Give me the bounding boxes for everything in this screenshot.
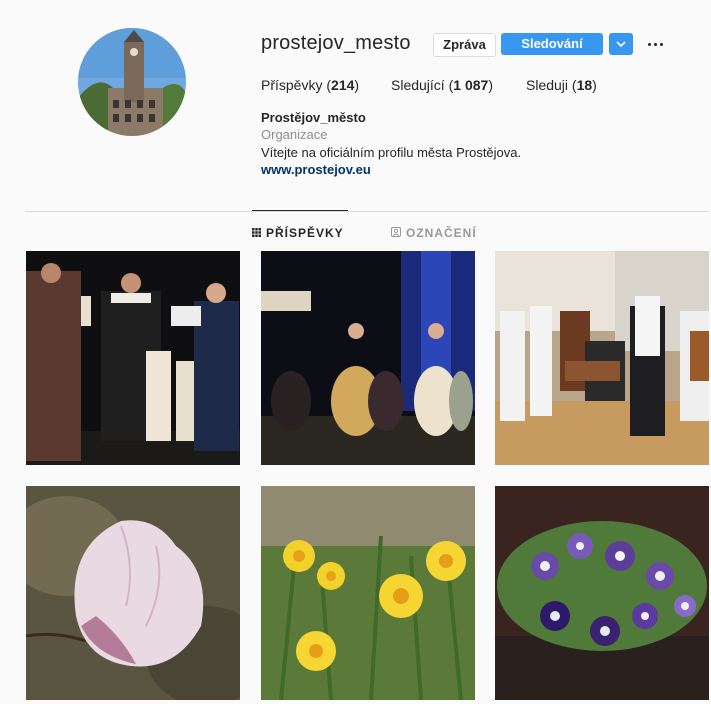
stat-posts[interactable]: Příspěvky (214) (261, 77, 359, 93)
post-thumbnail[interactable] (26, 251, 240, 465)
grid-icon (252, 226, 261, 240)
profile-username: prostejov_mesto (261, 32, 411, 54)
suggestions-dropdown-button[interactable] (609, 33, 633, 55)
active-tab-indicator (252, 210, 348, 211)
profile-page: prostejov_mesto Zpráva Sledování Příspěv… (0, 0, 711, 704)
post-thumbnail[interactable] (495, 486, 709, 700)
more-options-icon[interactable] (645, 33, 665, 55)
post-thumbnail[interactable] (261, 251, 475, 465)
following-button[interactable]: Sledování (501, 33, 603, 55)
tabs-divider (26, 211, 709, 212)
post-thumbnail[interactable] (261, 486, 475, 700)
message-button[interactable]: Zpráva (433, 33, 496, 57)
post-thumbnail[interactable] (26, 486, 240, 700)
tag-user-icon (391, 226, 401, 240)
bio-category: Organizace (261, 127, 328, 142)
bio-website-link[interactable]: www.prostejov.eu (261, 162, 371, 177)
post-thumbnail[interactable] (495, 251, 709, 465)
stat-following[interactable]: Sleduji (18) (526, 77, 597, 93)
chevron-down-icon (616, 41, 626, 48)
profile-avatar[interactable] (78, 28, 186, 136)
bio-text: Vítejte na oficiálním profilu města Pros… (261, 145, 522, 160)
tab-posts[interactable]: PŘÍSPĚVKY (252, 226, 344, 240)
stat-followers[interactable]: Sledující (1 087) (391, 77, 493, 93)
bio-full-name: Prostějov_město (261, 110, 366, 125)
tab-tagged[interactable]: OZNAČENÍ (391, 226, 477, 240)
